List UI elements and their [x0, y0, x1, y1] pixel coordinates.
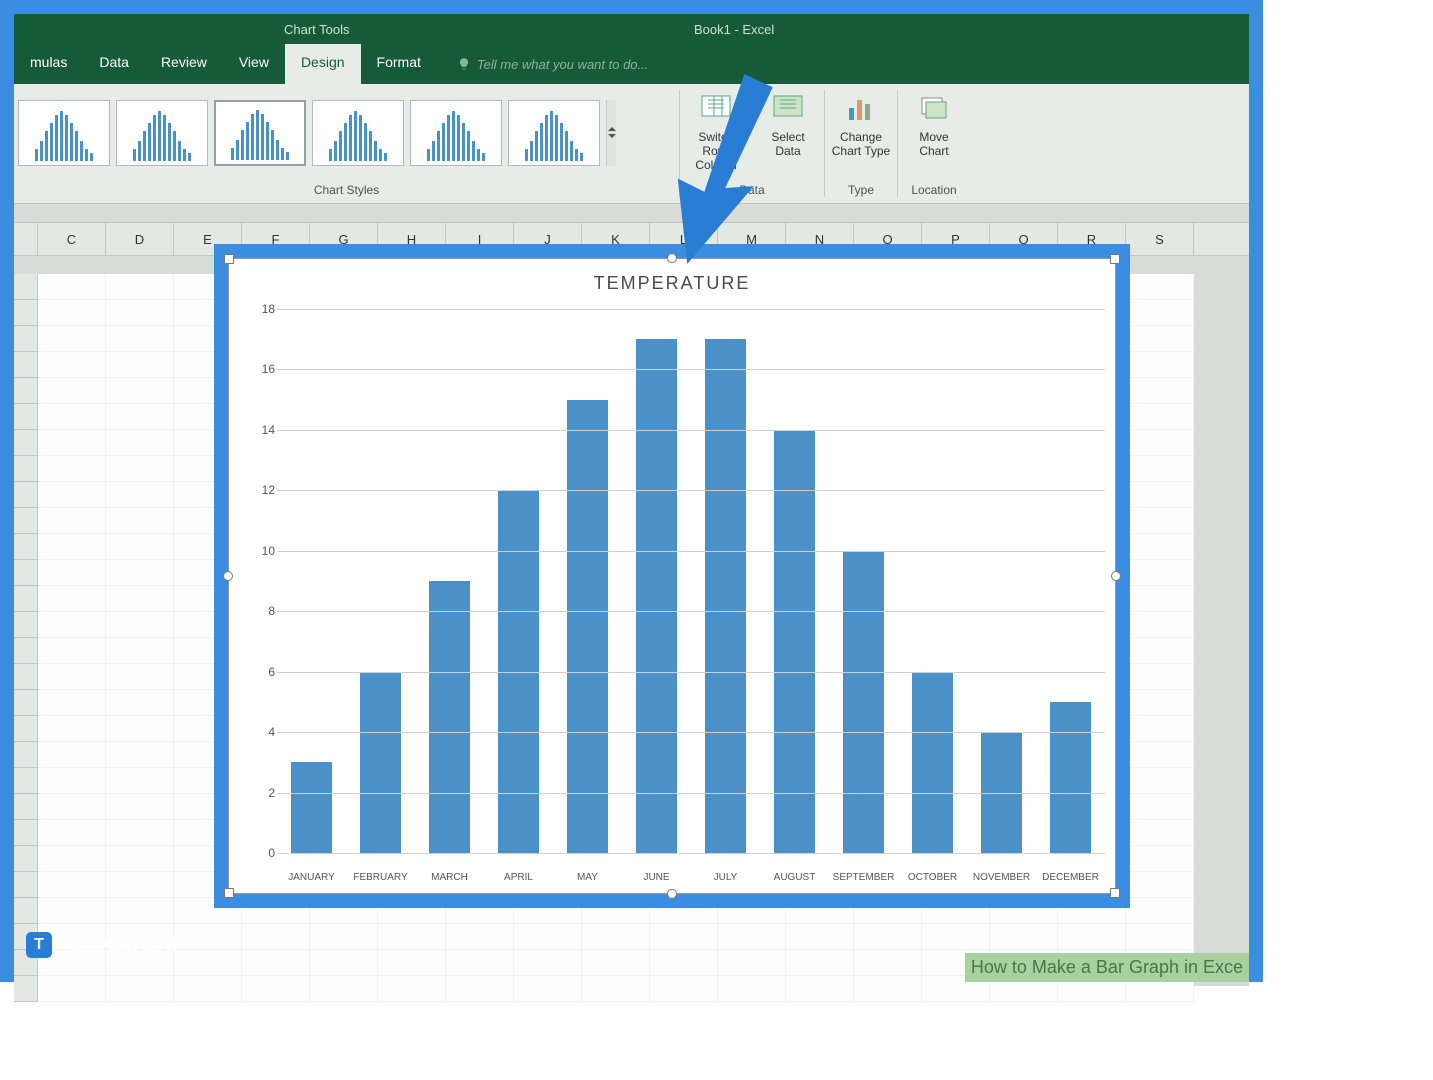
x-label-august: AUGUST: [760, 872, 829, 883]
resize-handle-se[interactable]: [1110, 888, 1120, 898]
bar-december[interactable]: [1050, 702, 1090, 853]
column-header-S[interactable]: S: [1126, 223, 1194, 255]
bar-september[interactable]: [843, 551, 883, 853]
x-label-february: FEBRUARY: [346, 872, 415, 883]
title-bar: Chart Tools Book1 - Excel: [14, 14, 1249, 44]
switch-icon: [698, 90, 734, 126]
select-data-button[interactable]: Select Data: [752, 84, 824, 181]
y-tick-0: 0: [268, 846, 275, 860]
resize-handle-n[interactable]: [667, 253, 677, 263]
chart-tools-label: Chart Tools: [284, 22, 350, 37]
chart-style-1[interactable]: [18, 100, 110, 166]
window-title: Book1 - Excel: [694, 22, 774, 37]
bar-july[interactable]: [705, 339, 745, 853]
switch-row-column-button[interactable]: Switch Row/ Column: [680, 84, 752, 181]
x-label-may: MAY: [553, 872, 622, 883]
x-label-january: JANUARY: [277, 872, 346, 883]
plot-area[interactable]: 024681012141618: [277, 309, 1105, 853]
y-tick-8: 8: [268, 604, 275, 618]
y-axis: 024681012141618: [247, 309, 275, 853]
chart-style-6[interactable]: [508, 100, 600, 166]
y-tick-16: 16: [262, 362, 275, 376]
select-data-icon: [770, 90, 806, 126]
y-tick-12: 12: [262, 483, 275, 497]
app-frame: Chart Tools Book1 - Excel mulas Data Rev…: [0, 0, 1263, 982]
move-chart-button[interactable]: Move Chart: [898, 84, 970, 181]
tab-data[interactable]: Data: [83, 44, 145, 84]
chart-styles-more[interactable]: [606, 100, 616, 166]
bar-october[interactable]: [912, 672, 952, 853]
chart-style-2[interactable]: [116, 100, 208, 166]
x-axis: JANUARYFEBRUARYMARCHAPRILMAYJUNEJULYAUGU…: [277, 872, 1105, 883]
x-label-november: NOVEMBER: [967, 872, 1036, 883]
x-label-december: DECEMBER: [1036, 872, 1105, 883]
x-label-july: JULY: [691, 872, 760, 883]
resize-handle-w[interactable]: [223, 571, 233, 581]
bar-march[interactable]: [429, 581, 469, 853]
data-group-label: Data: [680, 181, 824, 203]
ribbon: Chart Styles Switch Row/ Column Select D…: [14, 84, 1249, 204]
tell-me-label: Tell me what you want to do...: [477, 57, 649, 72]
tab-view[interactable]: View: [223, 44, 285, 84]
x-label-september: SEPTEMBER: [829, 872, 898, 883]
bar-may[interactable]: [567, 400, 607, 853]
chart-title[interactable]: TEMPERATURE: [229, 259, 1115, 300]
data-group: Switch Row/ Column Select Data Data: [680, 84, 824, 203]
bar-february[interactable]: [360, 672, 400, 853]
bar-june[interactable]: [636, 339, 676, 853]
chart-styles-group: Chart Styles: [14, 84, 679, 203]
bar-august[interactable]: [774, 430, 814, 853]
chart-style-3[interactable]: [214, 100, 306, 166]
resize-handle-e[interactable]: [1111, 571, 1121, 581]
y-tick-2: 2: [268, 786, 275, 800]
chart-type-icon: [843, 90, 879, 126]
chart-styles-label: Chart Styles: [14, 181, 679, 203]
change-chart-type-button[interactable]: Change Chart Type: [825, 84, 897, 181]
column-header-D[interactable]: D: [106, 223, 174, 255]
location-group-label: Location: [898, 181, 970, 203]
type-group: Change Chart Type Type: [825, 84, 897, 203]
tab-formulas[interactable]: mulas: [14, 44, 83, 84]
x-label-june: JUNE: [622, 872, 691, 883]
embedded-chart[interactable]: TEMPERATURE 024681012141618 JANUARYFEBRU…: [228, 258, 1116, 894]
resize-handle-s[interactable]: [667, 889, 677, 899]
bar-january[interactable]: [291, 762, 331, 853]
resize-handle-nw[interactable]: [224, 254, 234, 264]
y-tick-4: 4: [268, 725, 275, 739]
y-tick-14: 14: [262, 423, 275, 437]
tab-review[interactable]: Review: [145, 44, 223, 84]
resize-handle-ne[interactable]: [1110, 254, 1120, 264]
template-logo-icon: T: [26, 932, 52, 958]
y-tick-18: 18: [262, 302, 275, 316]
chart-highlight-frame: TEMPERATURE 024681012141618 JANUARYFEBRU…: [214, 244, 1130, 908]
y-tick-10: 10: [262, 544, 275, 558]
location-group: Move Chart Location: [898, 84, 970, 203]
x-label-april: APRIL: [484, 872, 553, 883]
x-label-october: OCTOBER: [898, 872, 967, 883]
tab-design[interactable]: Design: [285, 44, 361, 84]
y-tick-6: 6: [268, 665, 275, 679]
lightbulb-icon: [457, 57, 471, 71]
resize-handle-sw[interactable]: [224, 888, 234, 898]
tell-me-search[interactable]: Tell me what you want to do...: [457, 44, 649, 84]
x-label-march: MARCH: [415, 872, 484, 883]
chart-style-4[interactable]: [312, 100, 404, 166]
move-chart-icon: [916, 90, 952, 126]
column-header-C[interactable]: C: [38, 223, 106, 255]
tab-format[interactable]: Format: [361, 44, 437, 84]
wiki-caption: How to Make a Bar Graph in Exce: [965, 953, 1249, 982]
chart-style-5[interactable]: [410, 100, 502, 166]
type-group-label: Type: [825, 181, 897, 203]
bars-container: [277, 309, 1105, 853]
ribbon-tabs: mulas Data Review View Design Format Tel…: [14, 44, 1249, 84]
watermark: T TEMPLATE.NET: [26, 932, 195, 958]
